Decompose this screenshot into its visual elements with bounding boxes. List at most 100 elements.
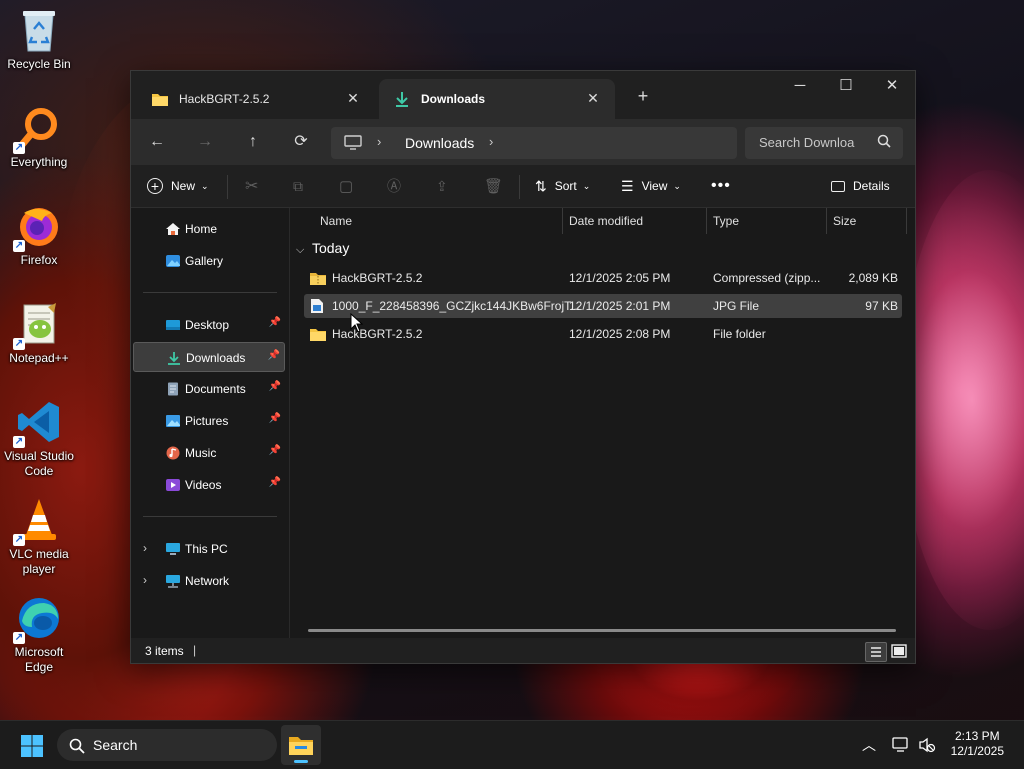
file-type: File folder [713,327,766,341]
windows-logo-icon [21,735,43,757]
clock[interactable]: 2:13 PM 12/1/2025 [951,729,1004,759]
chevron-up-icon[interactable]: ︿ [862,735,876,755]
group-label: Today [311,240,350,256]
column-header-name[interactable]: Name [320,208,352,234]
cut-button[interactable]: ✂ [245,173,258,199]
sort-button[interactable]: ⇅ Sort ⌄ [535,173,590,199]
more-options-button[interactable]: ••• [711,173,731,199]
nav-label: Gallery [185,254,224,268]
maximize-button[interactable]: ☐ [823,71,869,103]
folder-icon [152,94,168,106]
search-box[interactable]: Search Downloa [745,127,903,159]
chevron-right-icon[interactable]: › [143,541,147,555]
new-tab-button[interactable]: + [631,85,655,109]
close-tab-icon[interactable]: ✕ [345,90,361,106]
paste-button[interactable]: ▢ [339,173,353,199]
breadcrumb-downloads[interactable]: Downloads [405,135,474,151]
taskbar-file-explorer[interactable] [281,725,321,765]
close-tab-icon[interactable]: ✕ [585,90,601,106]
vscode-icon: ↗ [13,398,63,448]
nav-label: Network [185,574,230,588]
desktop-icon-firefox[interactable]: ↗ Firefox [2,202,76,268]
nav-item-downloads[interactable]: Downloads 📌 [133,342,285,372]
desktop-icon [166,320,180,330]
breadcrumb-chevron-icon[interactable]: › [377,134,381,149]
pictures-icon [166,415,180,427]
desktop-icon-recycle-bin[interactable]: Recycle Bin [2,6,76,72]
rename-button[interactable]: Ⓐ [387,173,401,199]
nav-item-desktop[interactable]: Desktop 📌 [133,310,285,340]
chevron-right-icon[interactable]: › [143,573,147,587]
desktop-icon-notepad-plus-plus[interactable]: ↗ Notepad++ [2,300,76,366]
desktop-icon-edge[interactable]: ↗ Microsoft Edge [2,594,76,675]
details-view-icon [871,647,881,657]
close-window-button[interactable]: ✕ [869,71,915,103]
details-label: Details [853,179,890,193]
pin-icon[interactable]: 📌 [269,477,281,488]
nav-item-documents[interactable]: Documents 📌 [133,374,285,404]
status-separator: | [193,643,197,657]
nav-item-network[interactable]: › Network [133,566,285,596]
nav-item-videos[interactable]: Videos 📌 [133,470,285,500]
nav-item-home[interactable]: Home [133,214,285,244]
group-header[interactable]: ⌵ Today [296,240,349,257]
breadcrumb-chevron-icon[interactable]: › [489,134,493,149]
tab-downloads[interactable]: Downloads ✕ [379,79,615,119]
column-header-type[interactable]: Type [713,208,739,234]
tab-hackbgrt[interactable]: HackBGRT-2.5.2 ✕ [137,79,375,119]
nav-item-music[interactable]: Music 📌 [133,438,285,468]
file-explorer-window: HackBGRT-2.5.2 ✕ Downloads ✕ + ─ ☐ ✕ ← →… [130,70,916,664]
view-button[interactable]: ☰ View ⌄ [621,173,681,199]
up-button[interactable]: ↑ [237,127,269,157]
column-header-date[interactable]: Date modified [569,208,643,234]
details-pane-button[interactable]: Details [831,173,890,199]
nav-item-this-pc[interactable]: › This PC [133,534,285,564]
start-button[interactable] [20,734,44,761]
pin-icon[interactable]: 📌 [268,350,280,361]
file-type: JPG File [713,299,760,313]
file-name: 1000_F_228458396_GCZjkc144JKBw6FrojT... [332,299,581,313]
file-date: 12/1/2025 2:05 PM [569,271,671,285]
sort-label: Sort [554,179,577,193]
nav-item-gallery[interactable]: Gallery [133,246,285,276]
recycle-bin-icon [15,6,63,54]
back-button[interactable]: ← [141,127,173,157]
tab-label: Downloads [421,92,486,106]
volume-muted-icon[interactable] [918,737,936,753]
pin-icon[interactable]: 📌 [269,381,281,392]
file-date: 12/1/2025 2:08 PM [569,327,671,341]
file-row[interactable]: HackBGRT-2.5.2 12/1/2025 2:05 PM Compres… [304,266,902,290]
desktop-icon-vscode[interactable]: ↗ Visual Studio Code [2,398,76,479]
tiles-view-button[interactable] [889,642,909,660]
tiles-view-icon [891,644,907,658]
file-row[interactable]: HackBGRT-2.5.2 12/1/2025 2:08 PM File fo… [304,322,902,346]
share-button[interactable]: ⇪ [436,173,448,199]
tab-label: HackBGRT-2.5.2 [179,92,270,106]
file-row-selected[interactable]: 1000_F_228458396_GCZjkc144JKBw6FrojT... … [304,294,902,318]
delete-button[interactable]: 🗑 [484,173,503,199]
desktop-icon-everything[interactable]: ↗ Everything [2,104,76,170]
new-button[interactable]: + New ⌄ [147,173,209,199]
nav-item-pictures[interactable]: Pictures 📌 [133,406,285,436]
column-header-size[interactable]: Size [833,208,856,234]
file-size: 2,089 KB [848,271,898,285]
horizontal-scrollbar[interactable] [308,629,896,632]
minimize-button[interactable]: ─ [777,71,823,103]
refresh-button[interactable]: ⟳ [285,127,317,157]
taskbar-search-box[interactable]: Search [57,729,277,761]
address-bar[interactable]: › Downloads › [331,127,737,159]
network-status-icon[interactable] [892,737,910,753]
pc-icon [166,543,180,555]
file-name: HackBGRT-2.5.2 [332,271,423,285]
desktop-icon-label: Firefox [20,253,58,267]
pin-icon[interactable]: 📌 [269,445,281,456]
documents-icon [168,382,178,396]
pin-icon[interactable]: 📌 [269,413,281,424]
pin-icon[interactable]: 📌 [269,317,281,328]
details-view-button[interactable] [865,642,887,662]
file-list: Name Date modified Type Size ⌵ Today Hac… [290,208,915,638]
desktop-icon-vlc[interactable]: ↗ VLC media player [2,496,76,577]
copy-button[interactable]: ⧉ [293,173,303,199]
file-date: 12/1/2025 2:01 PM [569,299,671,313]
forward-button[interactable]: → [189,127,221,157]
